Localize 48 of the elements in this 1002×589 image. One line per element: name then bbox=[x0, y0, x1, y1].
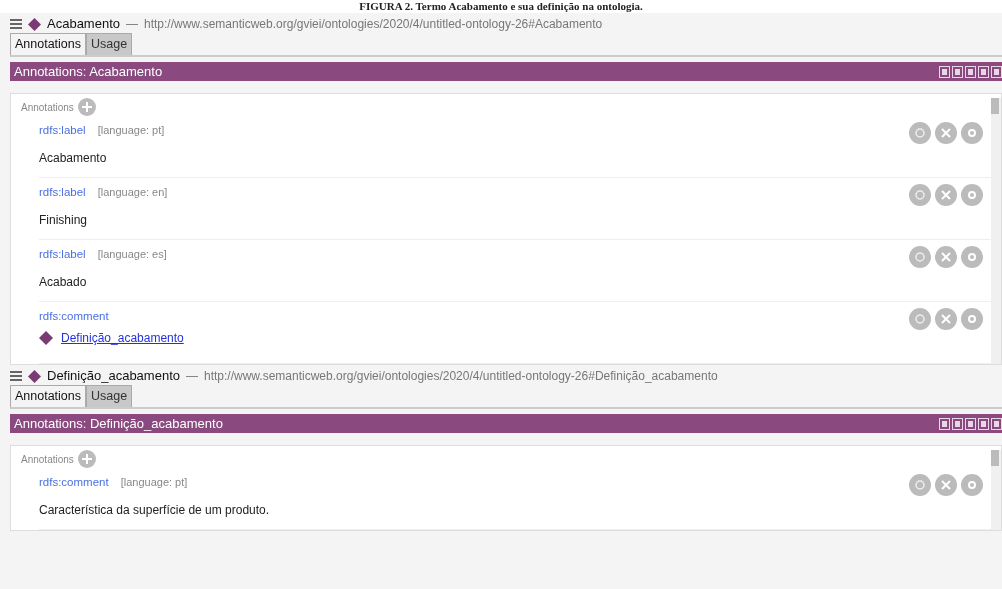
section-label: Annotations bbox=[21, 452, 74, 467]
annotation-value: Acabado bbox=[39, 274, 88, 292]
delete-icon[interactable] bbox=[935, 184, 957, 206]
property-name: rdfs:label bbox=[39, 185, 86, 200]
class-icon bbox=[28, 17, 41, 31]
add-icon[interactable] bbox=[77, 98, 96, 116]
delete-icon[interactable] bbox=[935, 246, 957, 268]
add-icon[interactable] bbox=[77, 450, 96, 468]
property-name: rdfs:comment bbox=[39, 309, 109, 324]
entity-name: Acabamento bbox=[47, 15, 120, 34]
entity-iri: http://www.semanticweb.org/gviei/ontologies/2020/4/untitled-ontology-26#Definição_acabamento bbox=[204, 368, 718, 385]
panel-title: Annotations: Definição_acabamento bbox=[14, 414, 223, 433]
edit-icon[interactable] bbox=[961, 246, 983, 268]
figure-caption: FIGURA 2. Termo Acabamento e sua definição na ontologia. bbox=[0, 0, 1002, 13]
scrollbar-thumb[interactable] bbox=[991, 450, 999, 466]
scrollbar-thumb[interactable] bbox=[991, 98, 999, 114]
language-tag: [language: pt] bbox=[120, 474, 188, 492]
delete-icon[interactable] bbox=[935, 308, 957, 330]
annotation-value: Característica da superfície de um produto. bbox=[39, 502, 270, 520]
language-tag: [language: es] bbox=[97, 246, 167, 264]
class-icon bbox=[39, 331, 53, 346]
annotation-value: Finishing bbox=[39, 212, 89, 230]
annotation-value: Acabamento bbox=[39, 150, 108, 168]
edit-icon[interactable] bbox=[961, 308, 983, 330]
edit-icon[interactable] bbox=[961, 122, 983, 144]
entity-iri: http://www.semanticweb.org/gviei/ontologies/2020/4/untitled-ontology-26#Acabamento bbox=[144, 16, 603, 33]
tab[interactable]: Annotations bbox=[10, 33, 87, 55]
language-tag: [language: en] bbox=[97, 184, 168, 202]
menu-icon[interactable] bbox=[10, 371, 22, 381]
entity-name: Definição_acabamento bbox=[47, 367, 180, 386]
property-name: rdfs:label bbox=[39, 123, 86, 138]
language-tag: [language: pt] bbox=[97, 122, 165, 140]
tab[interactable]: Usage bbox=[86, 385, 133, 407]
section-label: Annotations bbox=[21, 100, 74, 115]
menu-icon[interactable] bbox=[10, 19, 22, 29]
delete-icon[interactable] bbox=[935, 122, 957, 144]
property-name: rdfs:label bbox=[39, 247, 86, 262]
panel-title: Annotations: Acabamento bbox=[14, 62, 163, 81]
tab[interactable]: Annotations bbox=[10, 385, 87, 407]
class-icon bbox=[28, 369, 41, 383]
edit-icon[interactable] bbox=[961, 184, 983, 206]
tab[interactable]: Usage bbox=[86, 33, 133, 55]
separator: — bbox=[126, 16, 138, 33]
property-name: rdfs:comment bbox=[39, 475, 109, 490]
edit-icon[interactable] bbox=[961, 474, 983, 496]
delete-icon[interactable] bbox=[935, 474, 957, 496]
entity-link[interactable]: Definição_acabamento bbox=[61, 329, 184, 348]
separator: — bbox=[186, 368, 198, 385]
